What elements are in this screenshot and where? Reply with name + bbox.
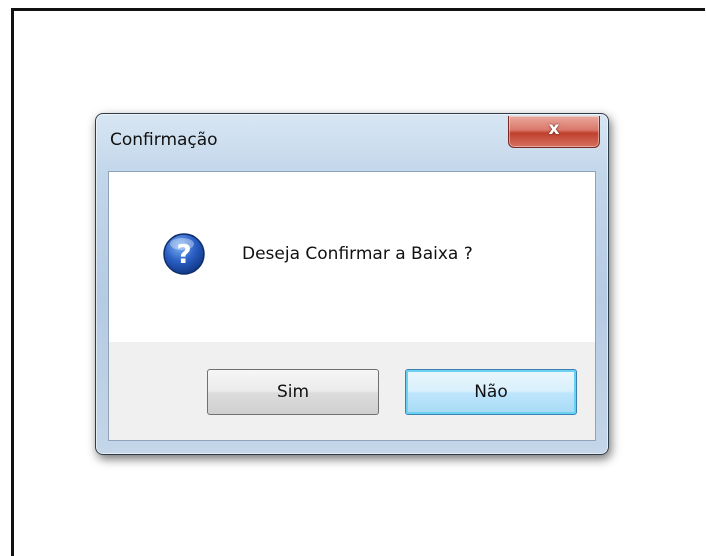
message-area: ? Deseja Confirmar a Baixa ?: [109, 172, 595, 342]
close-icon: x: [548, 119, 560, 139]
yes-button[interactable]: Sim: [207, 369, 379, 415]
screenshot-canvas: Confirmação x ? Deseja Confirmar a Baixa…: [0, 0, 706, 556]
dialog-title: Confirmação: [110, 130, 218, 150]
no-button[interactable]: Não: [405, 369, 577, 415]
svg-text:?: ?: [176, 240, 191, 270]
confirmation-dialog: Confirmação x ? Deseja Confirmar a Baixa…: [95, 113, 609, 455]
dialog-client-area: ? Deseja Confirmar a Baixa ? Sim Não: [108, 171, 596, 441]
message-text: Deseja Confirmar a Baixa ?: [242, 244, 473, 264]
question-icon: ?: [163, 233, 205, 275]
close-button[interactable]: x: [508, 116, 600, 148]
